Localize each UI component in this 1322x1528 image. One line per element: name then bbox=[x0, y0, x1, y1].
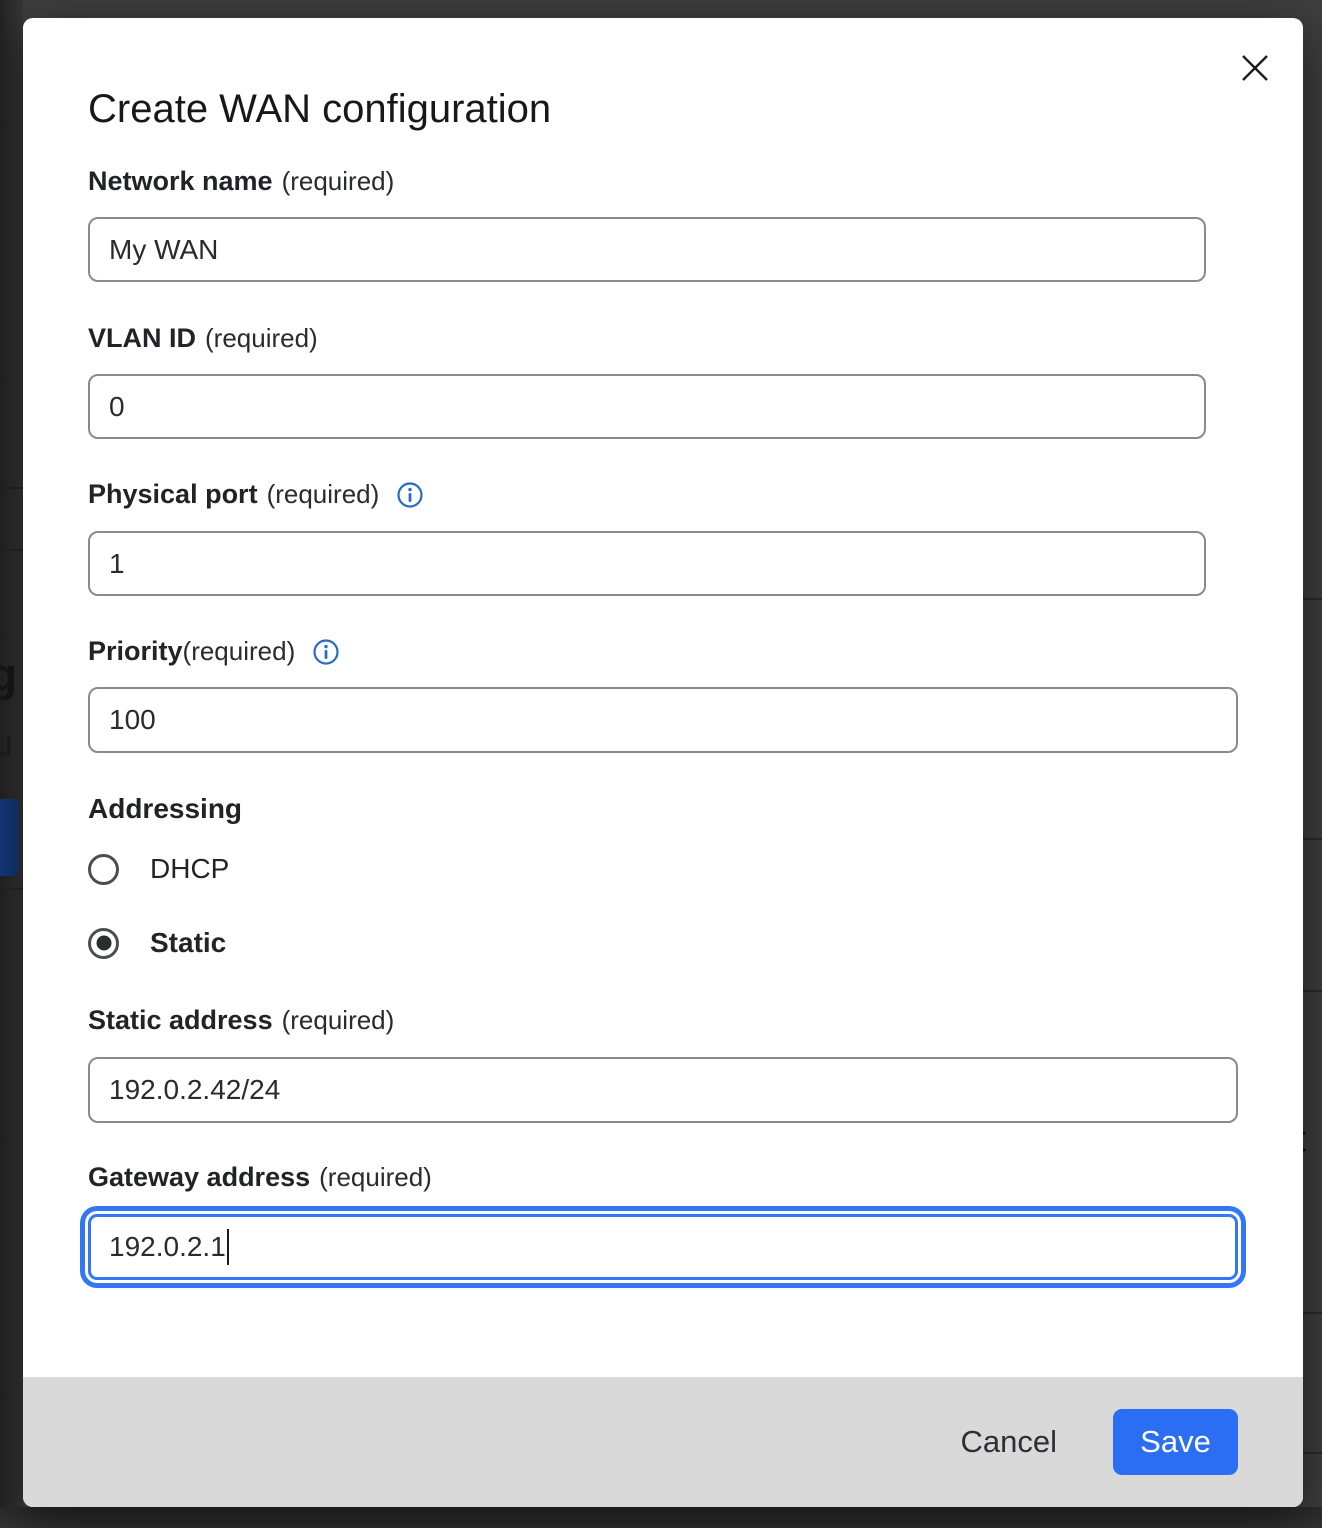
background-divider bbox=[1303, 990, 1322, 992]
required-hint: (required) bbox=[205, 323, 318, 354]
radio-label: DHCP bbox=[150, 853, 229, 885]
addressing-heading: Addressing bbox=[88, 793, 242, 825]
background-divider bbox=[0, 549, 23, 551]
dialog-footer: Cancel Save bbox=[23, 1377, 1303, 1507]
physical-port-input[interactable] bbox=[88, 531, 1206, 596]
physical-port-label: Physical port (required) bbox=[88, 479, 424, 510]
background-text-fragment: u bbox=[0, 722, 13, 764]
vlan-id-input[interactable] bbox=[88, 374, 1206, 439]
overlay-bottom-strip bbox=[0, 1507, 1322, 1528]
background-divider bbox=[1303, 1452, 1322, 1454]
network-name-label: Network name (required) bbox=[88, 166, 394, 197]
radio-button-selected[interactable] bbox=[88, 928, 119, 959]
background-divider bbox=[1303, 1312, 1322, 1314]
background-divider bbox=[1303, 598, 1322, 600]
required-hint: (required) bbox=[183, 636, 296, 667]
network-name-input[interactable] bbox=[88, 217, 1206, 282]
required-hint: (required) bbox=[319, 1162, 432, 1193]
vlan-id-label: VLAN ID (required) bbox=[88, 323, 318, 354]
label-text: Gateway address bbox=[88, 1162, 310, 1193]
background-divider bbox=[1303, 838, 1322, 840]
gateway-address-input[interactable]: 192.0.2.1 bbox=[88, 1214, 1238, 1280]
required-hint: (required) bbox=[267, 479, 380, 510]
radio-label: Static bbox=[150, 927, 226, 959]
priority-input[interactable] bbox=[88, 687, 1238, 753]
label-text: Priority bbox=[88, 636, 183, 667]
label-text: VLAN ID bbox=[88, 323, 196, 354]
radio-option-static[interactable]: Static bbox=[88, 927, 226, 959]
static-address-label: Static address (required) bbox=[88, 1005, 394, 1036]
required-hint: (required) bbox=[282, 166, 395, 197]
cancel-button[interactable]: Cancel bbox=[951, 1418, 1068, 1466]
radio-option-dhcp[interactable]: DHCP bbox=[88, 853, 229, 885]
text-cursor bbox=[227, 1229, 229, 1265]
label-text: Physical port bbox=[88, 479, 258, 510]
label-text: Static address bbox=[88, 1005, 273, 1036]
create-wan-dialog: Create WAN configuration Network name (r… bbox=[23, 18, 1303, 1507]
radio-button-unselected[interactable] bbox=[88, 854, 119, 885]
label-text: Network name bbox=[88, 166, 273, 197]
info-icon[interactable] bbox=[396, 481, 424, 509]
save-button[interactable]: Save bbox=[1113, 1409, 1238, 1475]
dialog-title: Create WAN configuration bbox=[88, 85, 551, 133]
background-button-fragment bbox=[0, 799, 19, 876]
gateway-address-label: Gateway address (required) bbox=[88, 1162, 432, 1193]
gateway-address-value: 192.0.2.1 bbox=[109, 1231, 226, 1263]
background-divider bbox=[0, 888, 23, 890]
overlay-left-strip bbox=[0, 0, 23, 1528]
close-button[interactable] bbox=[1233, 46, 1277, 90]
static-address-input[interactable] bbox=[88, 1057, 1238, 1123]
close-icon bbox=[1239, 52, 1271, 84]
required-hint: (required) bbox=[282, 1005, 395, 1036]
info-icon[interactable] bbox=[312, 638, 340, 666]
background-text-fragment: g bbox=[0, 648, 17, 702]
background-divider bbox=[0, 487, 23, 489]
priority-label: Priority (required) bbox=[88, 636, 340, 667]
